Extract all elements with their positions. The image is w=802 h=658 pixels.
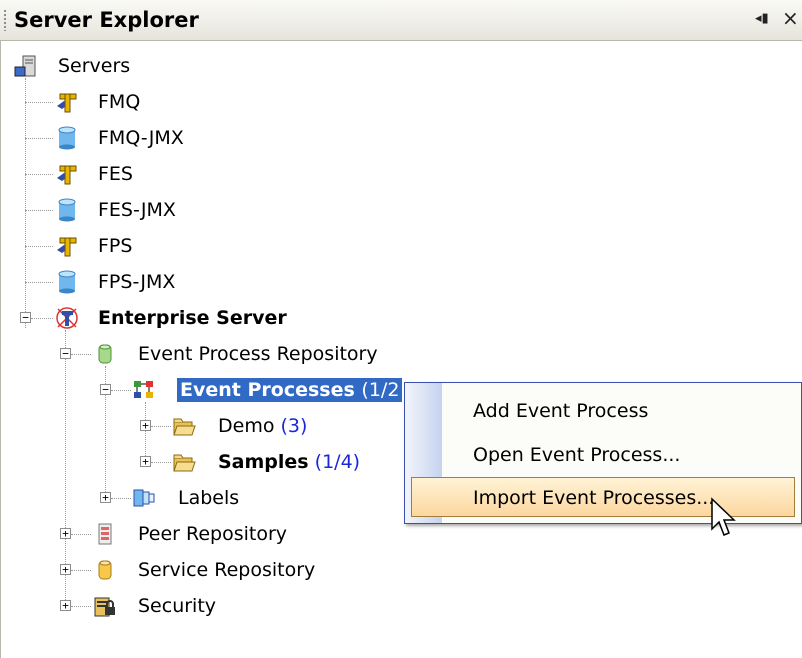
tree-item-fmq-jmx[interactable]: FMQ-JMX <box>98 126 184 150</box>
database-cylinder-icon <box>55 198 79 222</box>
folder-icon <box>172 450 196 474</box>
panel-border <box>0 40 1 658</box>
tree-line <box>111 498 131 499</box>
database-cylinder-icon <box>55 126 79 150</box>
expand-toggle[interactable]: + <box>60 528 71 539</box>
context-menu: Add Event Process Open Event Process... … <box>404 382 802 524</box>
expand-toggle[interactable]: + <box>140 420 151 431</box>
enterprise-server-icon <box>55 306 79 330</box>
panel-title: Server Explorer <box>14 8 199 32</box>
event-processes-label: Event Processes <box>180 379 355 401</box>
menu-item-add-event-process[interactable]: Add Event Process <box>473 399 648 423</box>
tree-item-fes-jmx[interactable]: FES-JMX <box>98 198 176 222</box>
panel-titlebar: Server Explorer ◂▮ × <box>0 0 802 41</box>
expand-toggle[interactable]: + <box>140 456 151 467</box>
tree-line <box>31 318 53 319</box>
tree-item-fps-jmx[interactable]: FPS-JMX <box>98 270 175 294</box>
tree-item-servers[interactable]: Servers <box>58 54 130 78</box>
close-icon[interactable]: × <box>782 6 799 30</box>
tree-line <box>151 462 171 463</box>
tree-line <box>111 390 131 391</box>
server-f-icon <box>55 162 79 186</box>
servers-icon <box>14 54 38 78</box>
menu-item-import-event-processes[interactable]: Import Event Processes... <box>473 486 714 510</box>
tree-line <box>145 402 146 462</box>
tree-item-event-processes[interactable]: Event Processes (1/2 <box>177 378 403 402</box>
folder-icon <box>172 414 196 438</box>
service-repository-icon <box>93 558 117 582</box>
tree-item-event-process-repository[interactable]: Event Process Repository <box>138 342 378 366</box>
drag-grip-icon[interactable] <box>3 9 7 31</box>
tree-line <box>71 534 91 535</box>
tree-line <box>71 606 91 607</box>
tree-item-fmq[interactable]: FMQ <box>98 90 140 114</box>
tree-line <box>25 174 53 175</box>
repository-green-icon <box>93 342 117 366</box>
tree-item-samples[interactable]: Samples (1/4) <box>218 450 360 474</box>
security-icon <box>93 594 117 618</box>
expand-toggle[interactable]: + <box>60 564 71 575</box>
event-processes-count: (1/2 <box>361 379 400 401</box>
tree-item-service-repository[interactable]: Service Repository <box>138 558 315 582</box>
tree-line <box>25 246 53 247</box>
tree-item-peer-repository[interactable]: Peer Repository <box>138 522 287 546</box>
server-f-icon <box>55 90 79 114</box>
expand-toggle[interactable]: + <box>60 600 71 611</box>
tree-line <box>25 282 53 283</box>
database-cylinder-icon <box>55 270 79 294</box>
menu-item-open-event-process[interactable]: Open Event Process... <box>473 443 680 467</box>
tree-item-fes[interactable]: FES <box>98 162 133 186</box>
samples-count: (1/4) <box>314 451 361 473</box>
expand-toggle[interactable]: + <box>100 492 111 503</box>
collapse-toggle[interactable]: − <box>100 384 111 395</box>
tree-line <box>71 570 91 571</box>
tree-item-fps[interactable]: FPS <box>98 234 132 258</box>
tree-line <box>25 102 53 103</box>
collapse-toggle[interactable]: − <box>20 312 31 323</box>
tree-line <box>25 210 53 211</box>
peer-repository-icon <box>93 522 117 546</box>
collapse-toggle[interactable]: − <box>60 348 71 359</box>
tree-item-labels[interactable]: Labels <box>178 486 239 510</box>
event-processes-icon <box>132 378 156 402</box>
tree-item-security[interactable]: Security <box>138 594 216 618</box>
demo-count: (3) <box>280 415 308 437</box>
demo-label: Demo <box>218 415 275 437</box>
tree-line <box>71 354 91 355</box>
labels-icon <box>132 486 156 510</box>
tree-line <box>25 78 26 328</box>
pin-icon[interactable]: ◂▮ <box>755 11 769 26</box>
server-f-icon <box>55 234 79 258</box>
tree-item-demo[interactable]: Demo (3) <box>218 414 307 438</box>
tree-line <box>151 426 171 427</box>
mouse-pointer-icon <box>710 497 740 541</box>
samples-label: Samples <box>218 451 309 473</box>
tree-item-enterprise-server[interactable]: Enterprise Server <box>98 306 287 330</box>
tree-line <box>25 138 53 139</box>
